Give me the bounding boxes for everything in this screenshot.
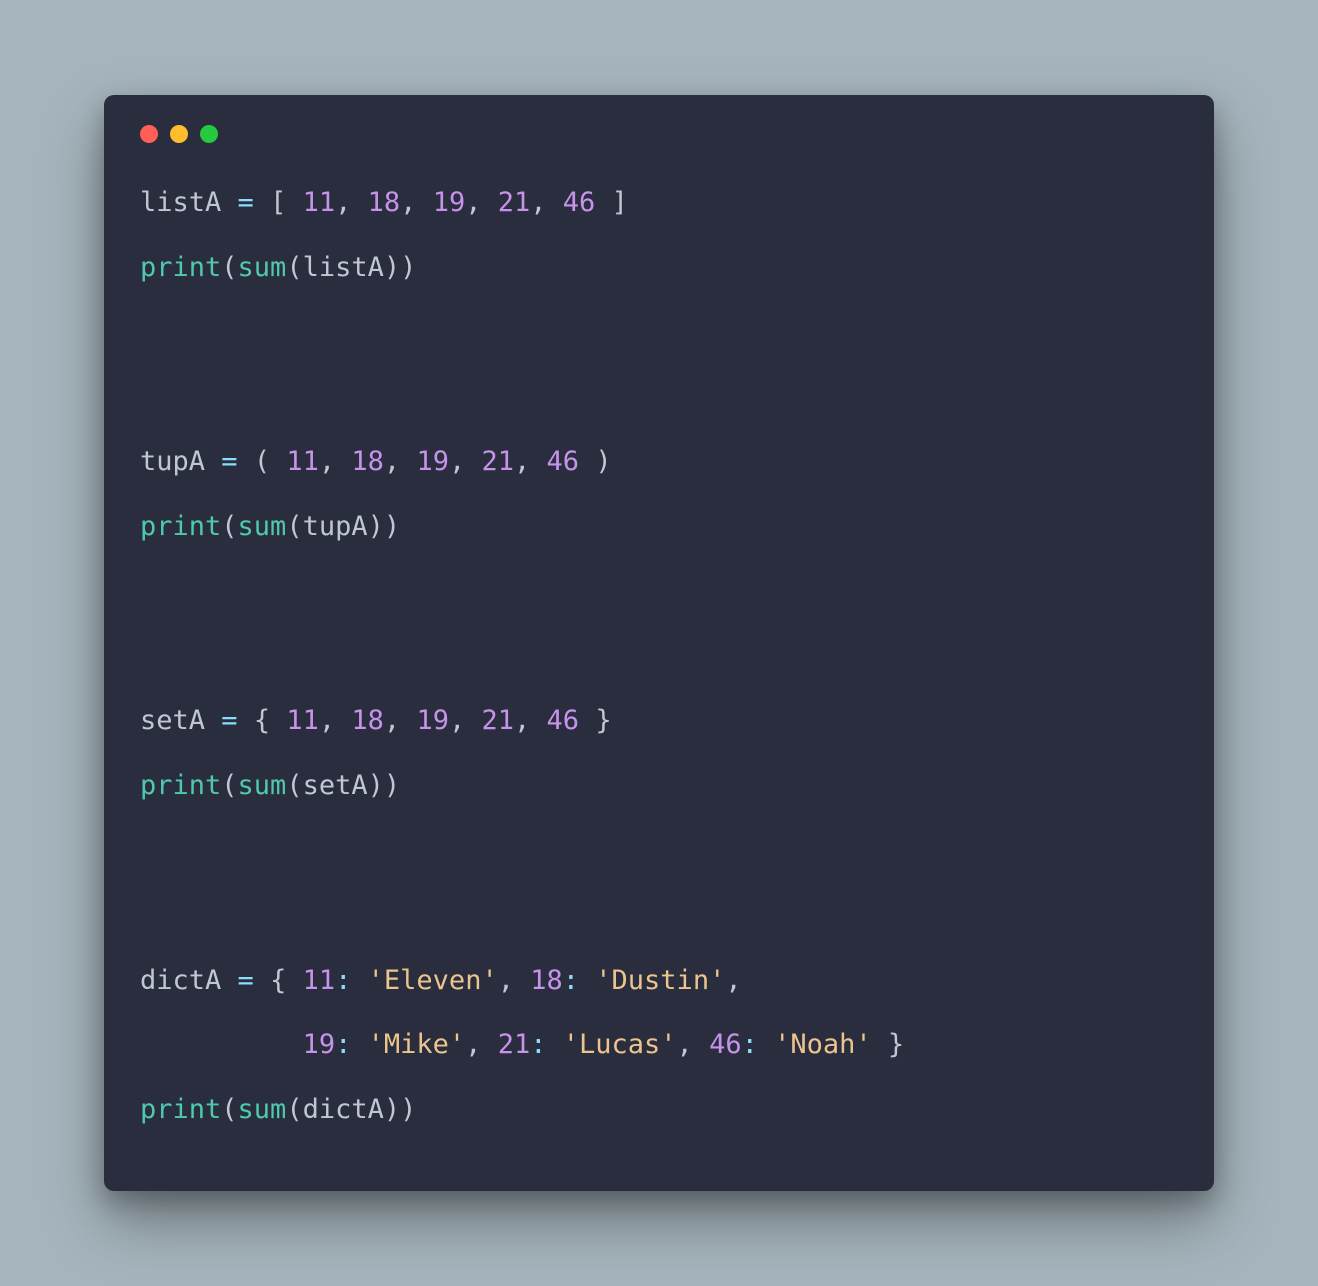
comma: ,: [319, 446, 335, 477]
number: 46: [547, 705, 580, 736]
comma: ,: [335, 187, 351, 218]
identifier: tupA: [303, 511, 368, 542]
paren: (: [221, 511, 237, 542]
editor-window: listA = [ 11, 18, 19, 21, 46 ] print(sum…: [104, 95, 1214, 1191]
comma: ,: [384, 705, 400, 736]
brace: {: [270, 965, 286, 996]
zoom-icon[interactable]: [200, 125, 218, 143]
brace: }: [595, 705, 611, 736]
builtin: sum: [238, 770, 287, 801]
comma: ,: [530, 187, 546, 218]
brace: }: [888, 1029, 904, 1060]
number: 18: [530, 965, 563, 996]
number: 18: [351, 446, 384, 477]
comma: ,: [465, 1029, 481, 1060]
number: 19: [303, 1029, 336, 1060]
number: 19: [416, 705, 449, 736]
colon: :: [335, 1029, 351, 1060]
paren: ): [384, 511, 400, 542]
paren: ): [384, 252, 400, 283]
colon: :: [335, 965, 351, 996]
comma: ,: [725, 965, 741, 996]
identifier: listA: [140, 187, 221, 218]
paren: (: [286, 1094, 302, 1125]
string: 'Dustin': [595, 965, 725, 996]
paren: (: [221, 252, 237, 283]
paren: (: [286, 252, 302, 283]
identifier: dictA: [140, 965, 221, 996]
operator: =: [221, 446, 237, 477]
comma: ,: [384, 446, 400, 477]
close-icon[interactable]: [140, 125, 158, 143]
operator: =: [221, 705, 237, 736]
colon: :: [563, 965, 579, 996]
number: 46: [547, 446, 580, 477]
number: 19: [416, 446, 449, 477]
bracket: [: [270, 187, 286, 218]
minimize-icon[interactable]: [170, 125, 188, 143]
bracket: ]: [612, 187, 628, 218]
paren: (: [286, 511, 302, 542]
string: 'Mike': [368, 1029, 466, 1060]
builtin: print: [140, 252, 221, 283]
window-titlebar: [140, 125, 1178, 171]
builtin: print: [140, 770, 221, 801]
number: 11: [303, 965, 336, 996]
number: 21: [498, 1029, 531, 1060]
number: 19: [433, 187, 466, 218]
comma: ,: [449, 446, 465, 477]
brace: {: [254, 705, 270, 736]
builtin: sum: [238, 1094, 287, 1125]
identifier: setA: [140, 705, 205, 736]
paren: ): [595, 446, 611, 477]
number: 21: [498, 187, 531, 218]
number: 46: [709, 1029, 742, 1060]
number: 21: [482, 705, 515, 736]
paren: (: [286, 770, 302, 801]
identifier: listA: [303, 252, 384, 283]
identifier: setA: [303, 770, 368, 801]
paren: (: [221, 1094, 237, 1125]
number: 11: [303, 187, 336, 218]
number: 11: [286, 446, 319, 477]
comma: ,: [449, 705, 465, 736]
identifier: dictA: [303, 1094, 384, 1125]
comma: ,: [400, 187, 416, 218]
paren: ): [384, 1094, 400, 1125]
comma: ,: [514, 705, 530, 736]
paren: (: [221, 770, 237, 801]
operator: =: [238, 187, 254, 218]
number: 21: [482, 446, 515, 477]
number: 18: [351, 705, 384, 736]
builtin: print: [140, 1094, 221, 1125]
code-block[interactable]: listA = [ 11, 18, 19, 21, 46 ] print(sum…: [140, 171, 1178, 1143]
builtin: sum: [238, 252, 287, 283]
paren: ): [400, 252, 416, 283]
number: 46: [563, 187, 596, 218]
paren: ): [400, 1094, 416, 1125]
paren: ): [368, 511, 384, 542]
number: 18: [368, 187, 401, 218]
comma: ,: [514, 446, 530, 477]
comma: ,: [498, 965, 514, 996]
comma: ,: [677, 1029, 693, 1060]
string: 'Eleven': [368, 965, 498, 996]
operator: =: [238, 965, 254, 996]
comma: ,: [465, 187, 481, 218]
colon: :: [530, 1029, 546, 1060]
string: 'Noah': [774, 1029, 872, 1060]
paren: ): [384, 770, 400, 801]
builtin: print: [140, 511, 221, 542]
builtin: sum: [238, 511, 287, 542]
string: 'Lucas': [563, 1029, 677, 1060]
comma: ,: [319, 705, 335, 736]
paren: ): [368, 770, 384, 801]
identifier: tupA: [140, 446, 205, 477]
colon: :: [742, 1029, 758, 1060]
number: 11: [286, 705, 319, 736]
paren: (: [254, 446, 270, 477]
